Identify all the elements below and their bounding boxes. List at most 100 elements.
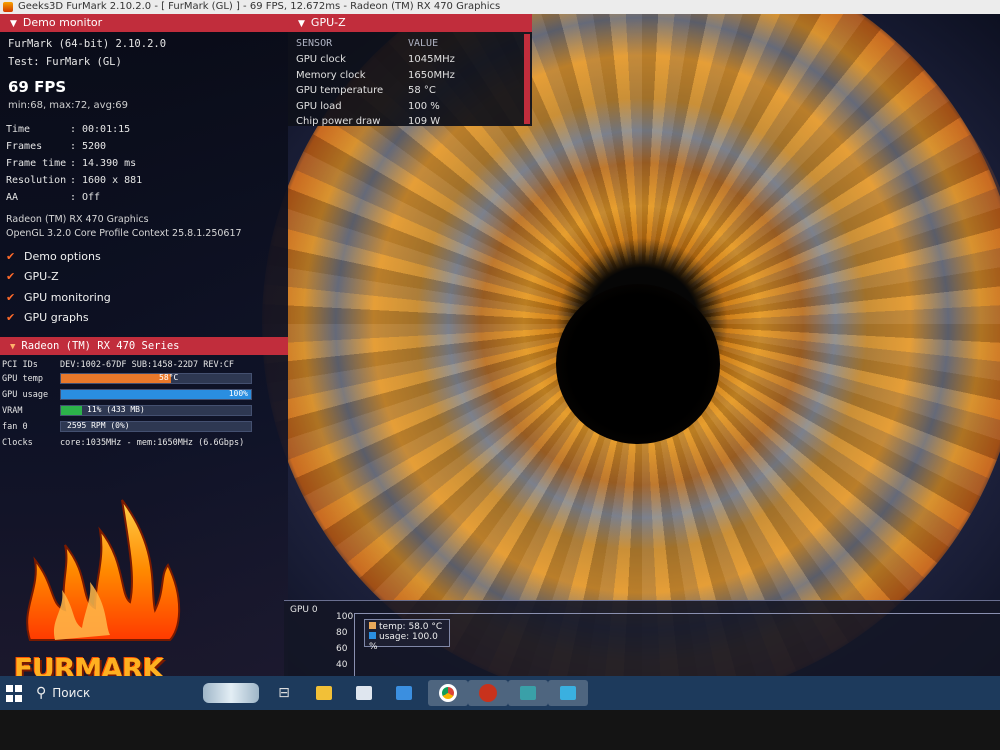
gpuz-row-gpu-load: GPU load 100 % xyxy=(296,101,440,112)
collapse-triangle-icon: ▼ xyxy=(298,19,305,29)
collapse-triangle-icon: ▼ xyxy=(10,342,16,352)
option-label: Demo options xyxy=(24,250,101,263)
sensor-value: 58 °C xyxy=(408,85,436,96)
gpuz-row-gpu-clock: GPU clock 1045MHz xyxy=(296,54,455,65)
legend-swatch xyxy=(369,622,376,629)
option-gpu-graphs[interactable]: ✔ GPU graphs xyxy=(6,311,89,324)
weather-widget-icon xyxy=(203,683,259,703)
taskbar-chrome[interactable] xyxy=(428,680,468,706)
fan-bar: 2595 RPM (0%) xyxy=(60,421,252,432)
start-button[interactable] xyxy=(2,680,24,706)
legend-temp: temp: 58.0 °C xyxy=(369,622,445,632)
stat-value: Off xyxy=(82,192,101,203)
fan-row: fan 0 xyxy=(2,422,60,432)
task-view-button[interactable]: ⊟ xyxy=(266,680,302,706)
demo-monitor-header[interactable]: ▼ Demo monitor xyxy=(0,14,288,32)
taskbar-store[interactable] xyxy=(346,680,382,706)
sensor-value: 1045MHz xyxy=(408,54,455,65)
graph-title: GPU 0 xyxy=(290,605,318,615)
furmark-app-icon xyxy=(3,2,13,12)
taskbar-furmark[interactable] xyxy=(468,680,508,706)
window-title: Geeks3D FurMark 2.10.2.0 - [ FurMark (GL… xyxy=(18,1,501,12)
mail-icon xyxy=(396,686,412,700)
check-icon: ✔ xyxy=(6,270,16,283)
gpuz-header[interactable]: ▼ GPU-Z xyxy=(288,14,532,32)
stat-key: Resolution xyxy=(6,175,67,186)
legend-usage: usage: 100.0 % xyxy=(369,632,445,652)
gpuz-scrollbar[interactable] xyxy=(524,34,530,124)
taskbar-app-7[interactable] xyxy=(508,680,548,706)
eye-pupil xyxy=(556,284,720,444)
sensor-column-header: SENSOR xyxy=(296,38,333,49)
windows-logo-icon xyxy=(5,684,22,703)
gpu-series-title: Radeon (TM) RX 470 Series xyxy=(21,340,180,352)
row-label: Clocks xyxy=(2,438,33,448)
vram-row: VRAM xyxy=(2,406,60,416)
gpuz-title: GPU-Z xyxy=(310,16,346,29)
monitor-bezel xyxy=(0,710,1000,750)
sensor-name: Chip power draw xyxy=(296,116,381,126)
folder-icon xyxy=(316,686,332,700)
gpu-usage-row: GPU usage xyxy=(2,390,60,400)
stat-key: Frame time xyxy=(6,158,67,169)
test-name: Test: FurMark (GL) xyxy=(8,56,122,68)
option-gpu-monitoring[interactable]: ✔ GPU monitoring xyxy=(6,291,111,304)
sensor-name: GPU temperature xyxy=(296,85,384,96)
option-demo-options[interactable]: ✔ Demo options xyxy=(6,250,101,263)
gpuz-row-gpu-temperature: GPU temperature 58 °C xyxy=(296,85,436,96)
search-icon: ⚲ xyxy=(36,685,47,701)
sensor-value: 100 % xyxy=(408,101,440,112)
pci-ids-row: PCI IDs DEV:1002-67DF SUB:1458-22D7 REV:C… xyxy=(2,360,234,370)
stat-aa: AA: Off xyxy=(6,192,101,203)
task-view-icon: ⊟ xyxy=(278,685,290,701)
app-window-icon xyxy=(520,686,536,700)
stat-time: Time:00:01:15 xyxy=(6,124,131,135)
graph-plot-area xyxy=(354,613,1000,681)
app-version: FurMark (64-bit) 2.10.2.0 xyxy=(8,38,167,50)
vram-bar: 11% (433 MB) xyxy=(60,405,252,416)
demo-monitor-panel: ▼ Demo monitor FurMark (64-bit) 2.10.2.0 … xyxy=(0,14,288,685)
window-title-bar[interactable]: Geeks3D FurMark 2.10.2.0 - [ FurMark (GL… xyxy=(0,0,1000,14)
sensor-name: Memory clock xyxy=(296,70,366,81)
check-icon: ✔ xyxy=(6,250,16,263)
vram-text: 11% (433 MB) xyxy=(87,405,145,414)
row-label: fan 0 xyxy=(2,422,28,432)
taskbar-widget[interactable] xyxy=(200,680,262,706)
gpu-usage-bar: 100% xyxy=(60,389,252,400)
furmark-taskbar-icon xyxy=(479,684,497,702)
taskbar-app-8[interactable] xyxy=(548,680,588,706)
row-label: VRAM xyxy=(2,406,23,416)
stat-frame-time: Frame time:14.390 ms xyxy=(6,158,137,169)
legend-swatch xyxy=(369,632,376,639)
row-label: GPU temp xyxy=(2,374,43,384)
gpu-temp-text: 58°C xyxy=(159,373,179,382)
legend-label: usage: 100.0 % xyxy=(369,632,438,652)
taskbar-search[interactable]: ⚲ Поиск xyxy=(36,680,186,706)
stat-frames: Frames:5200 xyxy=(6,141,107,152)
taskbar-mail[interactable] xyxy=(386,680,422,706)
option-gpu-z[interactable]: ✔ GPU-Z xyxy=(6,270,59,283)
check-icon: ✔ xyxy=(6,291,16,304)
graph-ytick: 80 xyxy=(336,628,348,638)
legend-label: temp: 58.0 °C xyxy=(379,622,443,632)
value-column-header: VALUE xyxy=(408,38,439,49)
gpu-usage-text: 100% xyxy=(228,389,248,398)
graph-ytick: 60 xyxy=(336,644,348,654)
stat-value: 14.390 ms xyxy=(82,158,137,169)
gpu-name: Radeon (TM) RX 470 Graphics xyxy=(6,214,149,225)
demo-monitor-title: Demo monitor xyxy=(22,16,103,29)
gpu-temp-bar: 58°C xyxy=(60,373,252,384)
option-label: GPU monitoring xyxy=(24,291,111,304)
stat-value: 5200 xyxy=(82,141,107,152)
gpu-series-header[interactable]: ▼ Radeon (TM) RX 470 Series xyxy=(0,337,288,355)
graph-legend: temp: 58.0 °C usage: 100.0 % xyxy=(364,619,450,652)
sensor-name: GPU clock xyxy=(296,54,346,65)
check-icon: ✔ xyxy=(6,311,16,324)
gl-context: OpenGL 3.2.0 Core Profile Context 25.8.1… xyxy=(6,228,242,239)
fps-minmax: min:68, max:72, avg:69 xyxy=(8,100,129,111)
taskbar-file-explorer[interactable] xyxy=(306,680,342,706)
search-placeholder: Поиск xyxy=(52,686,91,700)
option-label: GPU graphs xyxy=(24,311,89,324)
stat-key: Frames xyxy=(6,141,43,152)
stat-resolution: Resolution:1600 x 881 xyxy=(6,175,143,186)
